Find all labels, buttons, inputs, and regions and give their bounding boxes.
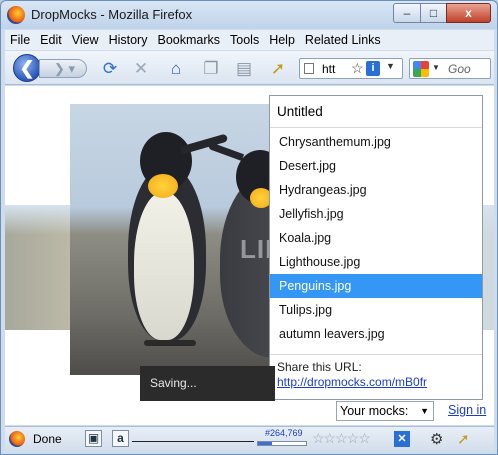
- file-item[interactable]: Hydrangeas.jpg: [270, 178, 482, 202]
- your-mocks-select[interactable]: Your mocks: ▼: [336, 401, 434, 421]
- close-button[interactable]: x: [446, 3, 491, 23]
- saving-toast: Saving...: [140, 366, 275, 401]
- back-button[interactable]: ❮: [13, 54, 41, 82]
- info-icon[interactable]: i: [366, 61, 380, 76]
- home-icon[interactable]: ⌂: [165, 58, 187, 80]
- minimize-button[interactable]: –: [393, 3, 421, 23]
- status-text: Done: [33, 432, 62, 446]
- stop-icon[interactable]: ✕: [130, 58, 152, 80]
- forward-button[interactable]: ❯ ▾: [39, 59, 87, 78]
- rating-stars[interactable]: ☆☆☆☆☆: [312, 430, 371, 447]
- share-url-link[interactable]: http://dropmocks.com/mB0fr: [277, 375, 427, 389]
- menu-bookmarks[interactable]: Bookmarks: [152, 33, 225, 47]
- maximize-icon: □: [429, 6, 438, 20]
- status-bar: Done ▣ a #264,769 ☆☆☆☆☆ ✕ ⚙ ➚: [5, 426, 494, 451]
- toast-text: Saving...: [150, 376, 197, 390]
- file-item[interactable]: Tulips.jpg: [270, 298, 482, 322]
- album-panel: Untitled Chrysanthemum.jpg Desert.jpg Hy…: [269, 95, 483, 400]
- paste-icon[interactable]: ▤: [233, 58, 255, 80]
- google-icon[interactable]: [413, 61, 429, 77]
- file-item-selected[interactable]: Penguins.jpg: [270, 274, 482, 298]
- title-bar: DropMocks - Mozilla Firefox – □ x: [1, 1, 497, 29]
- file-item[interactable]: Chrysanthemum.jpg: [270, 130, 482, 154]
- alexa-icon[interactable]: a: [112, 430, 129, 447]
- firebug-icon[interactable]: [9, 431, 25, 447]
- sign-in-link[interactable]: Sign in: [448, 403, 486, 417]
- reload-icon[interactable]: ⟳: [99, 58, 121, 80]
- forward-arrow-icon: ❯ ▾: [54, 61, 76, 76]
- menu-help[interactable]: Help: [264, 33, 300, 47]
- your-mocks-select-value: Your mocks:: [340, 404, 409, 418]
- menu-bar: File Edit View History Bookmarks Tools H…: [5, 30, 494, 50]
- file-item[interactable]: autumn leavers.jpg: [270, 322, 482, 346]
- alexa-traffic-line: [132, 441, 254, 442]
- file-item[interactable]: Jellyfish.jpg: [270, 202, 482, 226]
- navigation-toolbar: ❮ ❯ ▾ ⟳ ✕ ⌂ ❐ ▤ ➚ htt ☆ i ▼ ▼ Goo: [5, 51, 494, 85]
- address-text: htt: [322, 62, 336, 76]
- gear-icon[interactable]: ⚙: [430, 430, 443, 448]
- menu-file[interactable]: File: [5, 33, 35, 47]
- share-label: Share this URL:: [277, 360, 362, 374]
- firefox-icon: [7, 6, 25, 24]
- menu-tools[interactable]: Tools: [225, 33, 264, 47]
- cursor-icon[interactable]: ➚: [267, 58, 289, 80]
- search-box[interactable]: ▼ Goo: [409, 58, 491, 79]
- penguin-left-neck-patch: [148, 174, 178, 198]
- penguin-feet: [144, 340, 196, 346]
- browser-window: DropMocks - Mozilla Firefox – □ x File E…: [0, 0, 498, 455]
- page-content: LIFEHACKER Untitled Chrysanthemum.jpg De…: [5, 86, 494, 425]
- album-title[interactable]: Untitled: [277, 104, 323, 119]
- cursor-icon[interactable]: ➚: [457, 430, 470, 448]
- menu-edit[interactable]: Edit: [35, 33, 67, 47]
- address-dropdown-icon[interactable]: ▼: [386, 61, 395, 71]
- file-item[interactable]: Koala.jpg: [270, 226, 482, 250]
- penguin-right-beak: [207, 142, 245, 161]
- maximize-button[interactable]: □: [420, 3, 447, 23]
- xmarks-icon[interactable]: ✕: [394, 431, 410, 447]
- divider: [270, 127, 482, 128]
- menu-view[interactable]: View: [67, 33, 104, 47]
- minimize-icon: –: [403, 6, 411, 20]
- window-title: DropMocks - Mozilla Firefox: [31, 7, 193, 22]
- search-input[interactable]: Goo: [448, 62, 471, 76]
- menu-related-links[interactable]: Related Links: [300, 33, 386, 47]
- chevron-down-icon: ▼: [420, 406, 429, 416]
- menu-history[interactable]: History: [104, 33, 153, 47]
- alexa-rank-bar: [257, 441, 307, 446]
- penguin-left-belly: [134, 192, 194, 340]
- divider: [270, 354, 482, 355]
- bookmark-star-icon[interactable]: ☆: [351, 60, 364, 77]
- copy-icon[interactable]: ❐: [200, 58, 222, 80]
- back-arrow-icon: ❮: [19, 57, 35, 78]
- alexa-rank: #264,769: [265, 428, 303, 438]
- search-engine-dropdown-icon[interactable]: ▼: [432, 63, 440, 72]
- page-favicon-icon: [304, 63, 314, 74]
- file-item[interactable]: Lighthouse.jpg: [270, 250, 482, 274]
- file-item[interactable]: Desert.jpg: [270, 154, 482, 178]
- address-bar[interactable]: htt ☆ i ▼: [299, 58, 403, 79]
- file-list: Chrysanthemum.jpg Desert.jpg Hydrangeas.…: [270, 130, 482, 346]
- close-icon: x: [465, 6, 472, 20]
- screen-capture-icon[interactable]: ▣: [85, 430, 102, 447]
